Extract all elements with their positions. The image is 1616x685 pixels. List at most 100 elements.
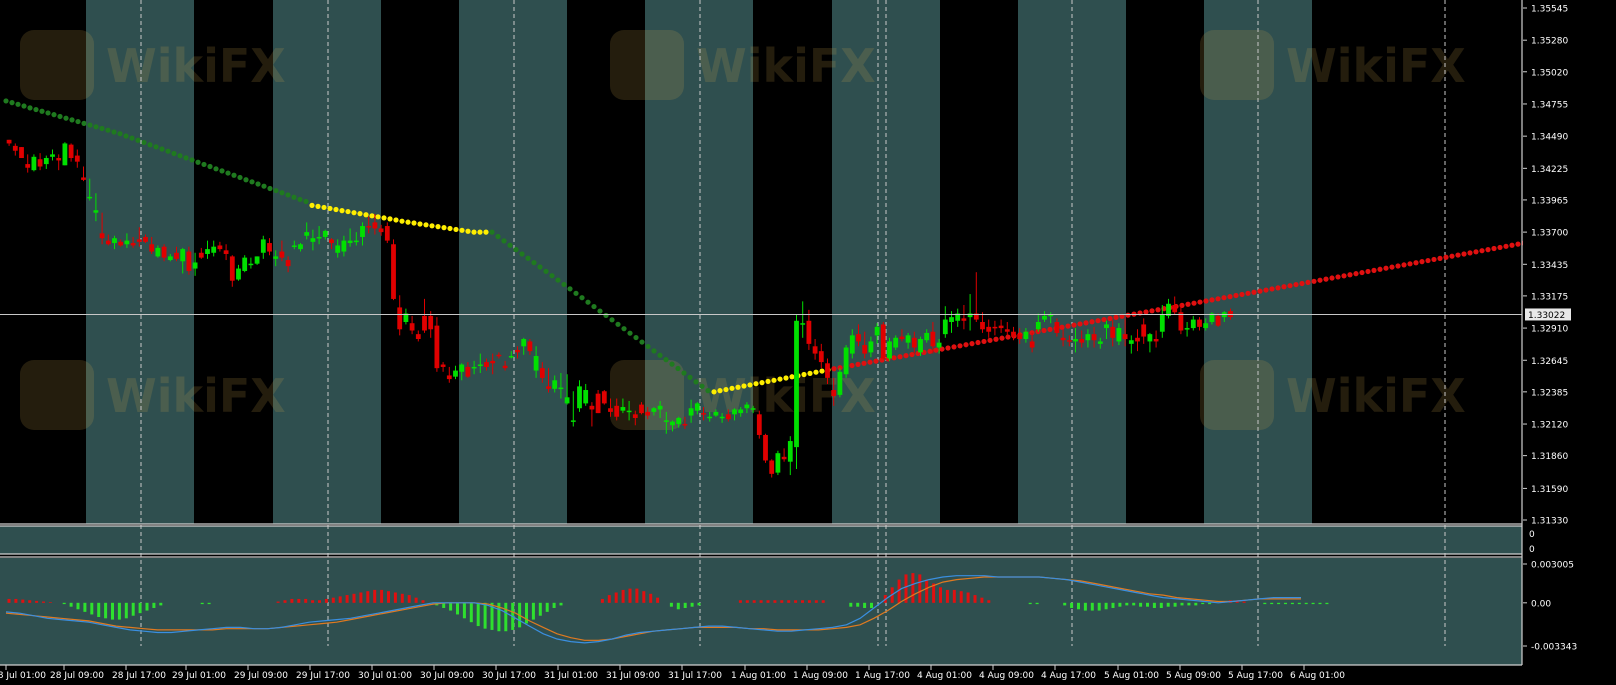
time-tick-label: 31 Jul 09:00 [606,671,660,681]
macd-histogram-bar [207,602,211,605]
macd-histogram-bar [973,595,977,603]
sar-dot [1425,257,1431,264]
macd-histogram-bar [276,601,280,603]
macd-histogram-bar [759,600,763,603]
sar-dot [309,202,315,208]
macd-histogram-bar [62,602,66,605]
sar-dot [1305,279,1311,286]
macd-histogram-bar [1304,602,1308,605]
sar-dot [1047,326,1053,333]
middle-panel-bg [0,526,1522,554]
macd-histogram-bar [124,602,128,619]
macd-histogram-bar [1187,602,1191,606]
sar-dot [213,166,219,172]
macd-histogram-bar [35,600,39,603]
sar-dot [21,103,27,109]
macd-histogram-bar [138,602,142,614]
macd-histogram-bar [952,589,956,603]
sar-dot [1515,241,1521,247]
sar-dot [93,124,99,130]
sar-dot [1125,312,1131,318]
macd-histogram-bar [104,602,108,619]
macd-histogram-bar [683,602,687,608]
sar-dot [1233,292,1239,299]
sar-dot [81,120,87,126]
sar-dot [543,268,549,274]
price-tick-label: 1.34490 [1531,133,1568,143]
sar-dot [189,157,195,163]
macd-histogram-bar [745,600,749,603]
macd-histogram-bar [959,591,963,603]
macd-tick-label: 0.00 [1531,599,1551,609]
sar-dot [147,142,153,148]
sar-dot [1293,281,1299,288]
sar-dot [969,341,975,347]
indicator-tick-label: 0 [1529,530,1535,540]
sar-dot [867,359,873,365]
sar-dot [615,321,621,327]
sar-dot [75,118,81,125]
macd-histogram-bar [1242,601,1246,603]
sar-dot [687,374,693,380]
macd-histogram-bar [21,599,25,603]
macd-histogram-bar [794,600,798,603]
watermark-text: WikiFX [106,369,286,423]
sar-dot [1095,318,1101,324]
time-tick-label: 1 Aug 01:00 [731,671,786,681]
candle [775,450,781,476]
sar-dot [1155,307,1161,313]
macd-histogram-bar [787,600,791,603]
macd-histogram-bar [801,600,804,603]
macd-histogram-bar [504,602,508,632]
macd-histogram-bar [145,602,149,611]
sar-dot [855,361,861,367]
macd-histogram-bar [669,602,673,607]
macd-histogram-bar [97,602,101,618]
macd-histogram-bar [621,589,625,603]
macd-tick-label: 0.003005 [1531,561,1574,571]
sar-dot [735,384,741,390]
sar-dot [777,376,783,382]
price-tick-label: 1.31860 [1531,452,1568,462]
sar-dot [729,385,735,391]
time-tick-label: 28 Jul 01:00 [0,671,46,681]
macd-histogram-bar [1173,602,1177,607]
macd-histogram-bar [380,589,384,603]
macd-histogram-bar [407,595,411,603]
macd-histogram-bar [297,598,301,603]
macd-histogram-bar [393,592,397,603]
macd-histogram-bar [607,595,611,603]
sar-dot [375,214,381,220]
sar-dot [645,343,651,350]
chart-canvas[interactable]: WikiFX WikiFX WikiFXWikiFX WikiFX WikiFX 1.3… [0,0,1616,685]
sar-dot [1065,323,1071,329]
sar-dot [531,260,537,266]
time-tick-label: 30 Jul 17:00 [482,671,536,681]
macd-histogram-bar [324,598,328,603]
sar-dot [987,337,993,343]
watermark-logo: WikiFX [20,30,286,100]
sar-dot [465,228,471,234]
macd-histogram-bar [42,601,45,603]
macd-histogram-bar [469,602,473,623]
macd-histogram-bar [552,602,556,608]
macd-histogram-bar [656,597,660,603]
sar-dot [33,106,39,113]
macd-histogram-bar [345,595,349,603]
candle [880,322,886,360]
sar-dot [951,344,957,350]
candle [254,256,260,265]
sar-dot [141,139,147,146]
price-tick-label: 1.34225 [1531,165,1568,175]
price-axis[interactable]: 1.35545 1.35280 1.35020 1.34755 1.34490 1.342… [1523,0,1616,685]
macd-histogram-bar [131,602,135,616]
sar-dot [639,339,645,345]
sar-dot [675,365,681,372]
sar-dot [549,273,555,279]
sar-dot [1071,322,1077,328]
sar-dot [183,155,189,161]
macd-histogram-bar [338,596,342,603]
sar-dot [633,334,639,341]
macd-histogram-bar [400,593,404,603]
macd-histogram-bar [939,587,942,603]
